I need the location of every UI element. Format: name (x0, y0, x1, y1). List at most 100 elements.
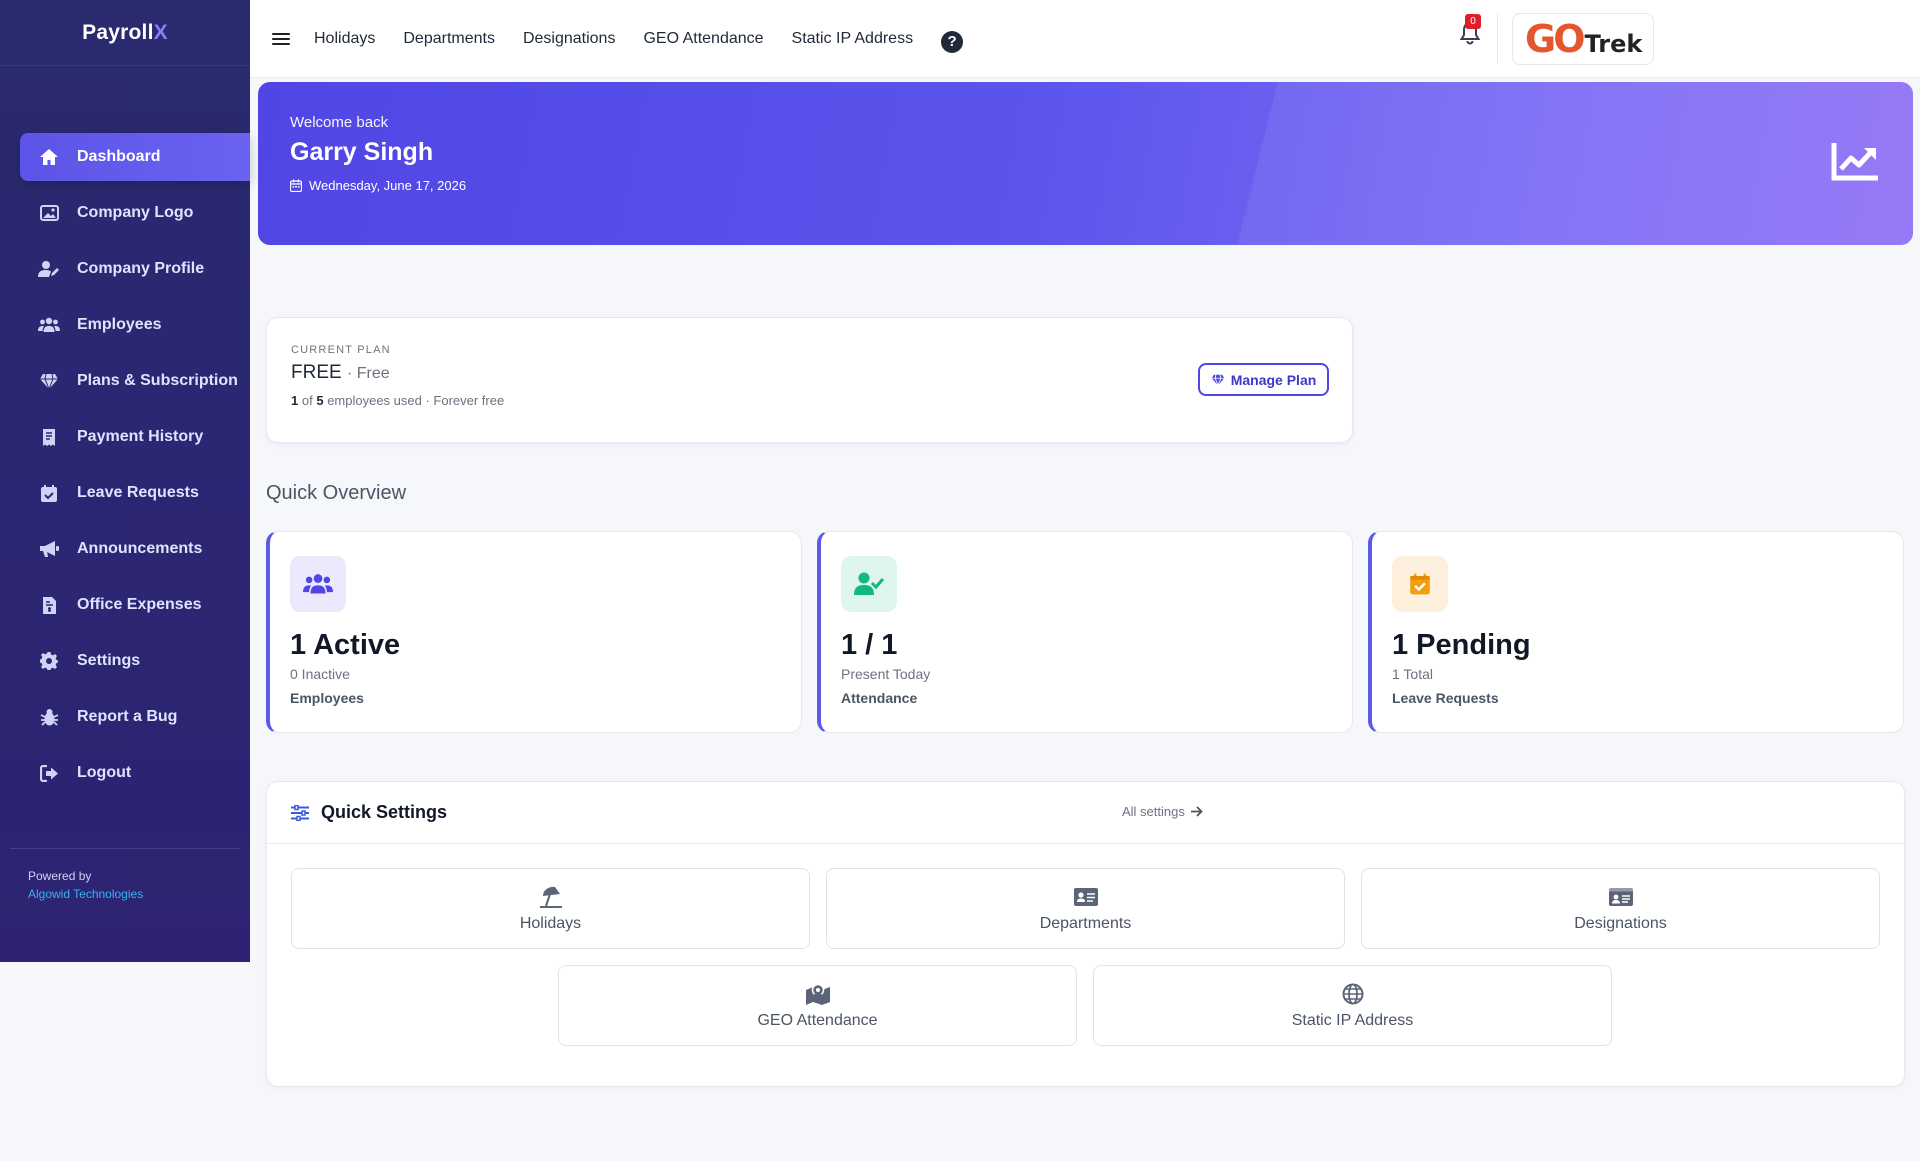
sidebar-item-leave-requests[interactable]: Leave Requests (20, 469, 250, 517)
sidebar-item-employees[interactable]: Employees (20, 301, 250, 349)
sidebar-item-label: Report a Bug (77, 708, 178, 725)
all-settings-label: All settings (1122, 804, 1185, 819)
stat-value: 1 Active (290, 629, 401, 661)
calendar-icon (290, 179, 302, 192)
sidebar-item-label: Logout (77, 764, 132, 781)
topbar: Holidays Departments Designations GEO At… (250, 0, 1920, 78)
invoice-icon (38, 594, 60, 616)
all-settings-link[interactable]: All settings (1122, 804, 1203, 819)
sidebar-item-settings[interactable]: Settings (20, 637, 250, 685)
sidebar-item-company-logo[interactable]: Company Logo (20, 189, 250, 237)
image-icon (38, 202, 60, 224)
brand-name: Payroll (82, 20, 154, 44)
quick-setting-label: Static IP Address (1291, 1011, 1414, 1029)
stat-icon-box (290, 556, 346, 612)
gem-icon (1211, 374, 1225, 386)
plan-used-count: 1 (291, 393, 299, 408)
company-link[interactable]: Algowid Technologies (28, 885, 240, 903)
help-icon[interactable]: ? (941, 30, 964, 53)
stat-caption: Attendance (841, 690, 918, 706)
top-link-holidays[interactable]: Holidays (314, 30, 375, 48)
quick-setting-label: Departments (1039, 914, 1132, 932)
top-link-designations[interactable]: Designations (523, 30, 616, 48)
sidebar-item-payment-history[interactable]: Payment History (20, 413, 250, 461)
quick-setting-departments[interactable]: Departments (826, 868, 1345, 949)
plan-total-count: 5 (316, 393, 324, 408)
company-logo-button[interactable]: GO Trek (1512, 13, 1654, 65)
stat-caption: Leave Requests (1392, 690, 1499, 706)
sidebar-item-label: Plans & Subscription (77, 372, 238, 389)
quick-setting-static-ip[interactable]: Static IP Address (1093, 965, 1612, 1046)
stat-subtext: 1 Total (1392, 666, 1433, 682)
sidebar-item-dashboard[interactable]: Dashboard (20, 133, 250, 181)
sidebar-item-announcements[interactable]: Announcements (20, 525, 250, 573)
users-icon (38, 314, 60, 336)
top-link-departments[interactable]: Departments (403, 30, 495, 48)
sidebar-item-label: Payment History (77, 428, 204, 445)
plan-usage-of: of (301, 393, 313, 408)
stat-card-leave-requests[interactable]: 1 Pending 1 Total Leave Requests (1368, 531, 1904, 733)
sidebar-nav: Dashboard Company Logo Company Profile E… (20, 133, 250, 805)
sidebar-item-report-bug[interactable]: Report a Bug (20, 693, 250, 741)
quick-setting-label: GEO Attendance (757, 1011, 878, 1029)
current-date: Wednesday, June 17, 2026 (290, 178, 466, 193)
calendar-check-icon (1410, 573, 1430, 595)
stat-card-employees[interactable]: 1 Active 0 Inactive Employees (266, 531, 802, 733)
megaphone-icon (38, 538, 60, 560)
powered-by-text: Powered by (28, 869, 92, 883)
users-icon (303, 574, 333, 594)
sidebar-item-label: Office Expenses (77, 596, 202, 613)
quick-setting-designations[interactable]: Designations (1361, 868, 1880, 949)
top-link-static-ip[interactable]: Static IP Address (792, 30, 914, 48)
sidebar-item-label: Announcements (77, 540, 203, 557)
sidebar-item-label: Settings (77, 652, 141, 669)
welcome-text: Welcome back (290, 114, 389, 131)
sidebar-item-label: Company Profile (77, 260, 205, 277)
sidebar-item-logout[interactable]: Logout (20, 749, 250, 797)
plan-name: FREE · Free (291, 362, 390, 384)
stat-value: 1 / 1 (841, 629, 898, 661)
sidebar-item-company-profile[interactable]: Company Profile (20, 245, 250, 293)
map-location-icon (805, 982, 831, 1006)
receipt-icon (38, 426, 60, 448)
plan-usage: 1 of 5 employees used · Forever free (291, 393, 504, 408)
notification-badge: 0 (1465, 14, 1481, 29)
id-card-icon (1608, 885, 1634, 909)
welcome-banner: Welcome back Garry Singh Wednesday, June… (258, 82, 1913, 245)
sidebar-item-label: Employees (77, 316, 162, 333)
logout-icon (38, 762, 60, 784)
brand-name-x: X (153, 20, 168, 44)
gear-icon (38, 650, 60, 672)
menu-toggle-icon[interactable] (272, 32, 290, 45)
quick-settings-header: Quick Settings (267, 782, 1904, 844)
quick-settings-panel: Quick Settings All settings Holidays Dep… (266, 781, 1905, 1087)
quick-settings-title: Quick Settings (321, 802, 448, 822)
stat-icon-box (841, 556, 897, 612)
sidebar-item-plans[interactable]: Plans & Subscription (20, 357, 250, 405)
stat-subtext: 0 Inactive (290, 666, 350, 682)
calendar-check-icon (38, 482, 60, 504)
company-logo-trek: Trek (1584, 30, 1643, 58)
sidebar-item-office-expenses[interactable]: Office Expenses (20, 581, 250, 629)
top-link-geo-attendance[interactable]: GEO Attendance (643, 30, 763, 48)
plan-usage-suffix: employees used · Forever free (327, 393, 505, 408)
user-name: Garry Singh (290, 138, 434, 166)
stat-subtext: Present Today (841, 666, 931, 682)
brand-logo[interactable]: Payroll X (0, 0, 250, 66)
topbar-divider (1497, 14, 1498, 64)
stat-card-attendance[interactable]: 1 / 1 Present Today Attendance (817, 531, 1353, 733)
sidebar-footer: Powered by Algowid Technologies (10, 848, 240, 903)
quick-setting-holidays[interactable]: Holidays (291, 868, 810, 949)
quick-setting-geo-attendance[interactable]: GEO Attendance (558, 965, 1077, 1046)
id-card-icon (1073, 885, 1099, 909)
stat-value: 1 Pending (1392, 629, 1531, 661)
globe-icon (1340, 982, 1366, 1006)
plan-label: CURRENT PLAN (291, 344, 391, 356)
current-plan-card: CURRENT PLAN FREE · Free 1 of 5 employee… (266, 317, 1353, 443)
company-logo-go: GO (1525, 17, 1585, 61)
manage-plan-button[interactable]: Manage Plan (1198, 363, 1329, 396)
arrow-right-icon (1190, 806, 1203, 817)
sidebar-item-label: Company Logo (77, 204, 194, 221)
user-check-icon (854, 572, 884, 595)
stat-caption: Employees (290, 690, 364, 706)
